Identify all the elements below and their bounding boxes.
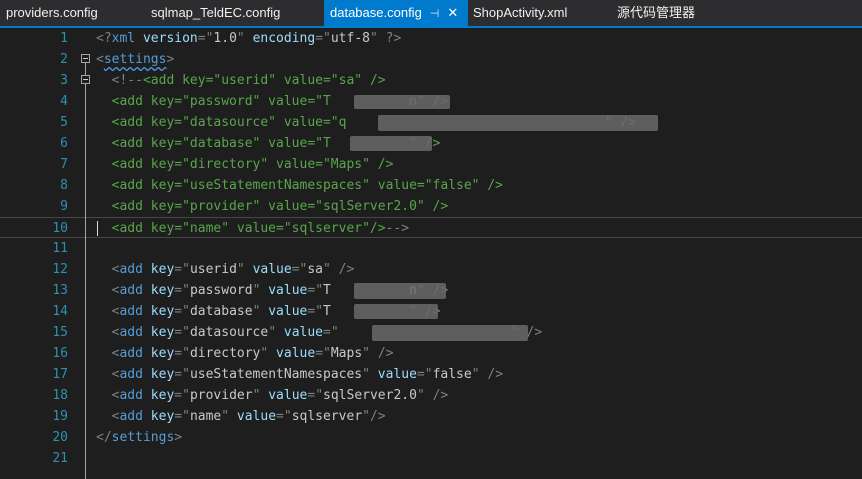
code-text: <add key="name" value="sqlserver"/>-->: [96, 221, 410, 236]
fold-guide-line: [85, 63, 86, 75]
text-cursor: [97, 221, 98, 236]
code-line[interactable]: 20 </settings>: [0, 427, 862, 448]
line-number: 2: [60, 52, 68, 67]
line-number: 19: [52, 409, 68, 424]
line-number: 4: [60, 94, 68, 109]
code-text: <add key="provider" value="sqlServer2.0"…: [96, 199, 449, 214]
line-number: 18: [52, 388, 68, 403]
tab-database-config[interactable]: database.config ⊣ ✕: [324, 0, 468, 26]
line-number: 12: [52, 262, 68, 277]
tab-label: ShopActivity.xml: [473, 5, 568, 20]
code-text: <add key="provider" value="sqlServer2.0"…: [111, 388, 449, 403]
redaction-blur: [378, 115, 658, 131]
line-number: 3: [60, 73, 68, 88]
code-line[interactable]: 10 <add key="name" value="sqlserver"/>--…: [0, 217, 862, 238]
code-line[interactable]: 19 <add key="name" value="sqlserver"/>: [0, 406, 862, 427]
pin-icon[interactable]: ⊣: [430, 1, 440, 27]
code-line[interactable]: 18 <add key="provider" value="sqlServer2…: [0, 385, 862, 406]
line-number: 20: [52, 430, 68, 445]
code-line[interactable]: 3 <!--<add key="userid" value="sa" />: [0, 70, 862, 91]
line-number: 5: [60, 115, 68, 130]
line-number: 16: [52, 346, 68, 361]
code-text: <?xml version="1.0" encoding="utf-8" ?>: [96, 31, 402, 46]
tab-label: sqlmap_TeldEC.config: [151, 5, 281, 20]
line-number: 8: [60, 178, 68, 193]
tab-source-control-explorer[interactable]: 源代码管理器: [617, 0, 695, 26]
fold-guide-line: [85, 84, 86, 479]
code-text: <add key="directory" value="Maps" />: [111, 346, 394, 361]
fold-toggle-icon[interactable]: [81, 75, 90, 84]
line-number: 21: [52, 451, 68, 466]
code-editor[interactable]: 1 <?xml version="1.0" encoding="utf-8" ?>…: [0, 28, 862, 479]
code-line[interactable]: 8 <add key="useStatementNamespaces" valu…: [0, 175, 862, 196]
code-line[interactable]: 16 <add key="directory" value="Maps" />: [0, 343, 862, 364]
line-number: 10: [52, 221, 68, 236]
line-number: 14: [52, 304, 68, 319]
fold-toggle-icon[interactable]: [81, 54, 90, 63]
code-line[interactable]: 9 <add key="provider" value="sqlServer2.…: [0, 196, 862, 217]
code-line[interactable]: 11: [0, 238, 862, 259]
redaction-blur: [350, 136, 432, 151]
line-number: 15: [52, 325, 68, 340]
code-text: <add key="name" value="sqlserver"/>: [111, 409, 386, 424]
code-line[interactable]: 7 <add key="directory" value="Maps" />: [0, 154, 862, 175]
line-number: 9: [60, 199, 68, 214]
code-text: <add key="useStatementNamespaces" value=…: [111, 367, 504, 382]
code-line[interactable]: 2 <settings>: [0, 49, 862, 70]
tab-sqlmap-teldec-config[interactable]: sqlmap_TeldEC.config: [151, 0, 280, 26]
line-number: 7: [60, 157, 68, 172]
code-text: <add key="userid" value="sa" />: [111, 262, 355, 277]
code-text: <add key="useStatementNamespaces" value=…: [96, 178, 503, 193]
tab-label: database.config: [330, 5, 422, 20]
tab-label: 源代码管理器: [617, 5, 696, 20]
redaction-blur: [372, 325, 528, 341]
code-line[interactable]: 1 <?xml version="1.0" encoding="utf-8" ?>: [0, 28, 862, 49]
code-text: <add key="directory" value="Maps" />: [96, 157, 394, 172]
redaction-blur: [354, 95, 450, 109]
tab-shopactivity-xml[interactable]: ShopActivity.xml: [473, 0, 567, 26]
code-line[interactable]: 12 <add key="userid" value="sa" />: [0, 259, 862, 280]
code-text: <!--<add key="userid" value="sa" />: [111, 73, 386, 88]
code-text: <settings>: [96, 52, 175, 67]
redaction-blur: [354, 283, 446, 299]
line-number: 11: [52, 241, 68, 256]
line-number: 1: [60, 31, 68, 46]
code-line[interactable]: 21: [0, 448, 862, 469]
tab-providers-config[interactable]: providers.config: [6, 0, 98, 26]
code-line[interactable]: 17 <add key="useStatementNamespaces" val…: [0, 364, 862, 385]
line-number: 13: [52, 283, 68, 298]
line-number: 17: [52, 367, 68, 382]
line-number: 6: [60, 136, 68, 151]
document-tab-bar: providers.config sqlmap_TeldEC.config da…: [0, 0, 862, 28]
code-text: </settings>: [96, 430, 183, 445]
tab-label: providers.config: [6, 5, 98, 20]
redaction-blur: [354, 304, 438, 319]
close-icon[interactable]: ✕: [447, 0, 458, 26]
